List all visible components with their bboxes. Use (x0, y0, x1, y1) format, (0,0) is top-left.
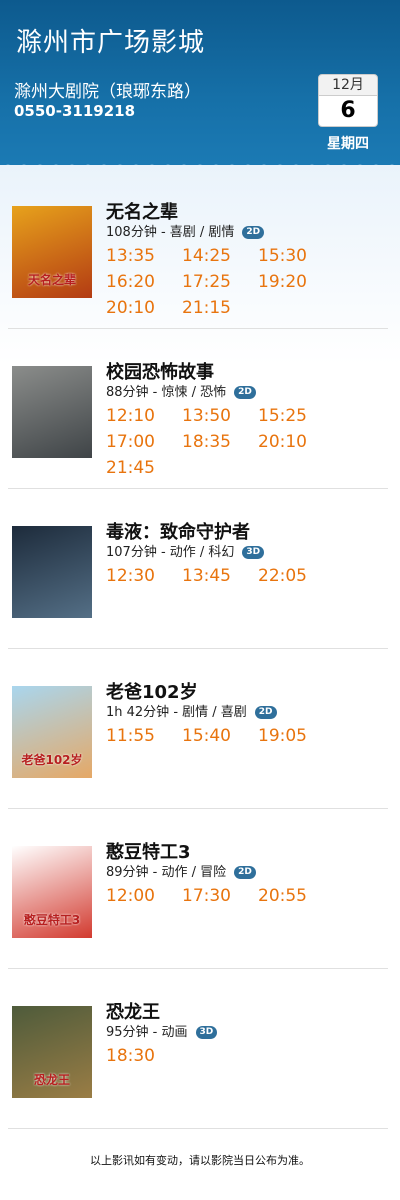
showtime[interactable]: 19:05 (258, 726, 334, 752)
showtime[interactable]: 17:30 (182, 886, 258, 912)
movie-item[interactable]: 毒液：致命守护者 107分钟 - 动作 / 科幻 3D 12:30 13:45 22:05 (0, 490, 400, 649)
row-divider (8, 1128, 388, 1129)
format-badge: 2D (234, 866, 256, 879)
movie-meta: 88分钟 - 惊悚 / 恐怖 (106, 385, 227, 400)
showtime[interactable]: 13:35 (106, 246, 182, 272)
showtime[interactable]: 21:45 (106, 458, 182, 484)
movie-meta-row: 108分钟 - 喜剧 / 剧情 2D (106, 221, 265, 240)
movie-meta-row: 107分钟 - 动作 / 科幻 3D (106, 541, 265, 560)
movie-meta: 1h 42分钟 - 剧情 / 喜剧 (106, 705, 247, 720)
showtime[interactable]: 18:35 (182, 432, 258, 458)
showtime[interactable]: 17:00 (106, 432, 182, 458)
format-badge: 3D (242, 546, 265, 559)
date-card: 12月 6 星期四 (318, 74, 378, 153)
showtimes: 11:55 15:40 19:05 (106, 726, 396, 752)
showtime[interactable]: 20:55 (258, 886, 334, 912)
showtime[interactable]: 15:40 (182, 726, 258, 752)
movie-meta-row: 1h 42分钟 - 剧情 / 喜剧 2D (106, 701, 277, 720)
poster-caption: 老爸102岁 (21, 753, 83, 767)
poster-caption: 天名之辈 (27, 273, 76, 287)
format-badge: 3D (195, 1026, 218, 1039)
cinema-address: 滁州大剧院（琅琊东路） (14, 82, 201, 102)
showtime[interactable]: 12:10 (106, 406, 182, 432)
row-divider (8, 648, 388, 649)
date-month: 12月 (318, 74, 378, 96)
showtime[interactable]: 18:30 (106, 1046, 182, 1072)
format-badge: 2D (242, 226, 265, 239)
poster-caption: 憨豆特工3 (23, 913, 81, 927)
showtime[interactable]: 14:25 (182, 246, 258, 272)
showtimes: 12:30 13:45 22:05 (106, 566, 396, 592)
movie-item[interactable]: 恐龙王 恐龙王 95分钟 - 动画 3D 18:30 (0, 970, 400, 1129)
showtime[interactable]: 17:25 (182, 272, 258, 298)
showtimes: 18:30 (106, 1046, 396, 1072)
poster-konglong-image[interactable]: 恐龙王 (12, 1006, 92, 1098)
movie-meta-row: 88分钟 - 惊悚 / 恐怖 2D (106, 381, 256, 400)
showtime[interactable]: 21:15 (182, 298, 258, 324)
movie-meta: 95分钟 - 动画 (106, 1025, 188, 1040)
row-divider (8, 328, 388, 329)
showtime[interactable]: 12:00 (106, 886, 182, 912)
date-day: 6 (318, 96, 378, 127)
movie-meta: 89分钟 - 动作 / 冒险 (106, 865, 227, 880)
header-banner: 滁州市广场影城 滁州大剧院（琅琊东路） 0550-3119218 12月 6 星… (0, 0, 400, 165)
showtimes: 13:35 14:25 15:30 16:20 17:25 19:20 20:10 21:15 (106, 246, 396, 324)
showtime[interactable]: 13:50 (182, 406, 258, 432)
poster-xiaoyuan-image[interactable] (12, 366, 92, 458)
showtime[interactable]: 19:20 (258, 272, 334, 298)
poster-laoba-image[interactable]: 老爸102岁 (12, 686, 92, 778)
movie-meta-row: 95分钟 - 动画 3D (106, 1021, 218, 1040)
cinema-name: 滁州市广场影城 (16, 28, 206, 58)
row-divider (8, 488, 388, 489)
date-weekday: 星期四 (327, 136, 369, 152)
movie-meta: 108分钟 - 喜剧 / 剧情 (106, 225, 235, 240)
movie-item[interactable]: 老爸102岁 老爸102岁 1h 42分钟 - 剧情 / 喜剧 2D 11:55 15:4… (0, 650, 400, 809)
showtime[interactable]: 20:10 (258, 432, 334, 458)
poster-caption: 恐龙王 (33, 1073, 70, 1087)
poster-venom-image[interactable] (12, 526, 92, 618)
showtime[interactable]: 20:10 (106, 298, 182, 324)
movie-item[interactable]: 憨豆特工3 憨豆特工3 89分钟 - 动作 / 冒险 2D 12:00 17:30 20:5… (0, 810, 400, 969)
movie-item[interactable]: 天名之辈 无名之辈 108分钟 - 喜剧 / 剧情 2D 13:35 14:25 15:30… (0, 170, 400, 329)
cinema-phone: 0550-3119218 (14, 102, 136, 120)
format-badge: 2D (254, 706, 277, 719)
showtime[interactable]: 15:30 (258, 246, 334, 272)
row-divider (8, 808, 388, 809)
row-divider (8, 968, 388, 969)
movie-item[interactable]: 校园恐怖故事 88分钟 - 惊悚 / 恐怖 2D 12:10 13:50 15:2517:… (0, 330, 400, 489)
poster-handou-image[interactable]: 憨豆特工3 (12, 846, 92, 938)
poster-wuming-image[interactable]: 天名之辈 (12, 206, 92, 298)
movie-meta-row: 89分钟 - 动作 / 冒险 2D (106, 861, 256, 880)
showtimes: 12:00 17:30 20:55 (106, 886, 396, 912)
showtime[interactable]: 11:55 (106, 726, 182, 752)
showtime[interactable]: 12:30 (106, 566, 182, 592)
movie-meta: 107分钟 - 动作 / 科幻 (106, 545, 235, 560)
footer-notice: 以上影讯如有变动，请以影院当日公布为准。 (90, 1154, 310, 1167)
showtime[interactable]: 16:20 (106, 272, 182, 298)
showtimes: 12:10 13:50 15:25 17:00 18:35 20:10 21:45 (106, 406, 396, 484)
showtime[interactable]: 13:45 (182, 566, 258, 592)
format-badge: 2D (234, 386, 256, 399)
showtime[interactable]: 15:25 (258, 406, 334, 432)
showtime[interactable]: 22:05 (258, 566, 334, 592)
